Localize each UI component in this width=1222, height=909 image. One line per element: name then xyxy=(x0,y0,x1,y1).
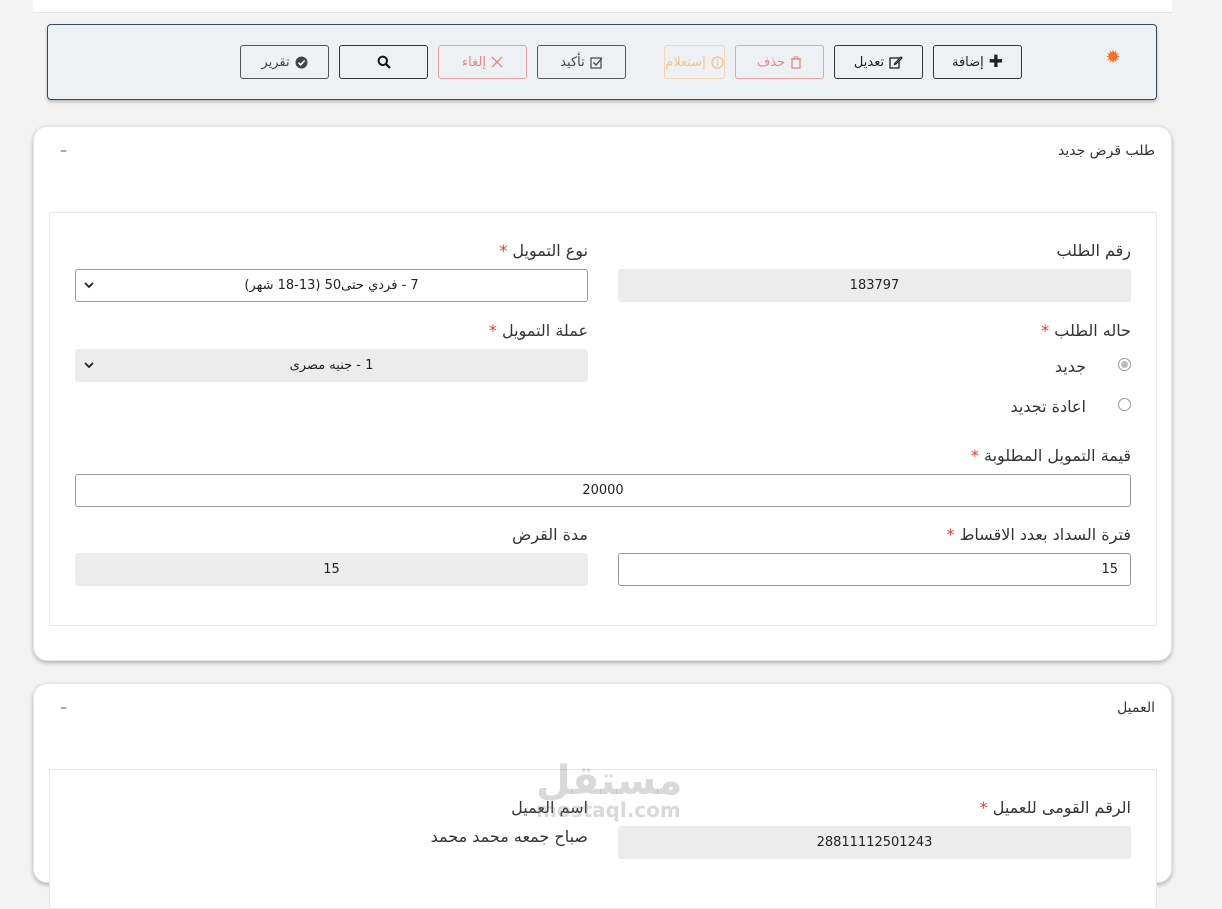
add-button-label: إضافة xyxy=(951,54,984,70)
installments-input[interactable]: 15 xyxy=(618,553,1131,586)
edit-button[interactable]: تعديل xyxy=(834,45,923,79)
watermark: مستقل mostaql.com xyxy=(536,758,683,822)
request-number-field: 183797 xyxy=(618,269,1131,302)
funding-type-label: نوع التمويل * xyxy=(499,241,588,260)
delete-button-label: حذف xyxy=(756,54,786,70)
currency-select[interactable]: 1 - جنيه مصرى xyxy=(75,349,588,382)
status-renew-radio[interactable] xyxy=(1118,398,1131,411)
search-button[interactable] xyxy=(339,45,428,79)
funding-type-value: 7 - فردي حتى50 (13-18 شهر) xyxy=(244,278,419,293)
close-icon xyxy=(491,56,503,68)
info-icon xyxy=(711,55,724,69)
chevron-down-icon xyxy=(84,362,94,369)
duration-label: مدة القرض xyxy=(511,525,588,544)
cancel-button[interactable]: إلغاء xyxy=(438,45,527,79)
checkbox-icon xyxy=(590,56,603,69)
status-new-radio[interactable] xyxy=(1118,358,1131,371)
loan-request-card: طلب قرض جديد – رقم الطلب 183797 نوع التم… xyxy=(33,126,1172,661)
request-number-label: رقم الطلب xyxy=(1056,241,1131,260)
status-new-label: جديد xyxy=(1054,357,1086,376)
edit-button-label: تعديل xyxy=(853,54,885,70)
confirm-button[interactable]: تأكيد xyxy=(537,45,626,79)
chevron-down-icon xyxy=(84,282,94,289)
inquiry-button[interactable]: إستعلام xyxy=(664,45,725,79)
card-title: العميل xyxy=(1117,700,1155,716)
loan-form: رقم الطلب 183797 نوع التمويل * 7 - فردي … xyxy=(49,212,1157,626)
national-id-label: الرقم القومى للعميل * xyxy=(979,798,1131,817)
status-renew-label: اعادة تجديد xyxy=(1010,397,1087,416)
amount-input[interactable]: 20000 xyxy=(75,474,1131,507)
gear-icon[interactable]: ✹ xyxy=(1104,49,1122,67)
currency-value: 1 - جنيه مصرى xyxy=(289,358,374,373)
check-circle-icon xyxy=(295,56,308,69)
trash-icon xyxy=(790,56,802,69)
action-toolbar: ✹ إضافة ✚ تعديل حذف إستعلام تأكيد إلغاء xyxy=(47,24,1157,100)
confirm-button-label: تأكيد xyxy=(560,54,585,70)
request-status-label: حاله الطلب * xyxy=(1041,321,1131,340)
plus-icon: ✚ xyxy=(988,51,1004,72)
top-strip xyxy=(33,0,1172,13)
search-icon xyxy=(377,55,391,69)
currency-label: عملة التمويل * xyxy=(488,321,588,340)
collapse-toggle[interactable]: – xyxy=(60,143,67,159)
national-id-field: 28811112501243 xyxy=(618,826,1131,859)
add-button[interactable]: إضافة ✚ xyxy=(933,45,1022,79)
card-title: طلب قرض جديد xyxy=(1057,143,1155,159)
installments-label: فترة السداد بعدد الاقساط * xyxy=(946,525,1131,544)
inquiry-button-label: إستعلام xyxy=(665,54,706,70)
cancel-button-label: إلغاء xyxy=(462,54,486,70)
report-button-label: تقرير xyxy=(261,54,290,70)
delete-button[interactable]: حذف xyxy=(735,45,824,79)
funding-type-select[interactable]: 7 - فردي حتى50 (13-18 شهر) xyxy=(75,269,588,302)
report-button[interactable]: تقرير xyxy=(240,45,329,79)
collapse-toggle[interactable]: – xyxy=(60,700,67,716)
edit-icon xyxy=(889,55,903,69)
amount-label: قيمة التمويل المطلوبة * xyxy=(970,446,1131,465)
duration-field: 15 xyxy=(75,553,588,586)
client-name-value: صباح جمعه محمد محمد xyxy=(430,827,588,846)
